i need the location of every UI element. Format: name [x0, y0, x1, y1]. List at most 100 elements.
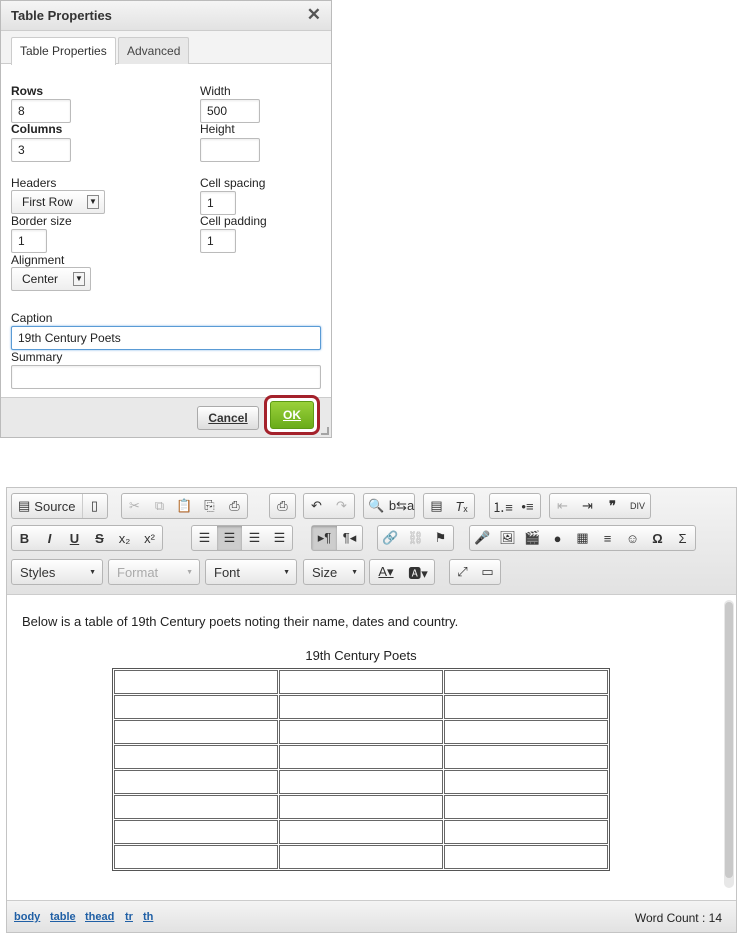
templates-button[interactable]: ▯ [81, 494, 107, 518]
caption-input[interactable]: 19th Century Poets [11, 326, 321, 350]
replace-button[interactable]: b⇆a [389, 494, 414, 518]
tab-advanced[interactable]: Advanced [118, 37, 190, 64]
cell-spacing-input[interactable]: 1 [200, 191, 236, 215]
find-button[interactable]: 🔍 [364, 494, 389, 518]
indent-button[interactable]: ⇥ [575, 494, 600, 518]
format-dropdown[interactable]: Format ▼ [108, 559, 200, 585]
columns-input[interactable]: 3 [11, 138, 71, 162]
resize-grip-icon[interactable] [321, 427, 329, 435]
cell-padding-input[interactable]: 1 [200, 229, 236, 253]
justify-button[interactable]: ☰ [267, 526, 292, 550]
size-dropdown[interactable]: Size ▼ [303, 559, 365, 585]
unlink-button[interactable]: ⛓ [403, 526, 428, 550]
styles-dropdown[interactable]: Styles ▼ [11, 559, 103, 585]
show-blocks-button[interactable]: ▭ [475, 560, 500, 584]
numbered-list-button[interactable]: ⒈≡ [490, 494, 515, 518]
redo-button[interactable]: ↷ [329, 494, 354, 518]
scrollbar-thumb[interactable] [725, 602, 733, 878]
path-th[interactable]: th [143, 911, 153, 923]
table-cell[interactable] [279, 670, 443, 694]
editor-scrollbar[interactable] [724, 600, 734, 888]
border-size-input[interactable]: 1 [11, 229, 47, 253]
table-cell[interactable] [114, 670, 278, 694]
table-cell[interactable] [444, 845, 608, 869]
undo-button[interactable]: ↶ [304, 494, 329, 518]
table-cell[interactable] [114, 720, 278, 744]
path-table[interactable]: table [50, 911, 76, 923]
special-char-button[interactable]: Ω [645, 526, 670, 550]
table-cell[interactable] [444, 770, 608, 794]
table-cell[interactable] [444, 695, 608, 719]
align-center-button[interactable]: ☰ [217, 526, 242, 550]
div-button[interactable]: DIV [625, 494, 650, 518]
select-all-button[interactable]: ▤ [424, 494, 449, 518]
table-cell[interactable] [114, 845, 278, 869]
font-dropdown[interactable]: Font ▼ [205, 559, 297, 585]
path-body[interactable]: body [14, 911, 40, 923]
blockquote-button[interactable]: ❞ [600, 494, 625, 518]
table-cell[interactable] [114, 770, 278, 794]
table-cell[interactable] [114, 745, 278, 769]
table-cell[interactable] [279, 795, 443, 819]
editor-content[interactable]: Below is a table of 19th Century poets n… [7, 596, 725, 898]
height-input[interactable] [200, 138, 260, 162]
rtl-button[interactable]: ¶◂ [337, 526, 362, 550]
poets-table[interactable] [112, 668, 610, 871]
alignment-select[interactable]: Center ▼ [11, 267, 91, 291]
align-left-button[interactable]: ☰ [192, 526, 217, 550]
table-cell[interactable] [444, 745, 608, 769]
text-color-button[interactable]: A▾ [370, 560, 402, 584]
table-cell[interactable] [444, 820, 608, 844]
table-cell[interactable] [114, 795, 278, 819]
subscript-button[interactable]: x₂ [112, 526, 137, 550]
paste-word-button[interactable]: ⎙ [222, 494, 247, 518]
audio-button[interactable]: 🎤 [470, 526, 495, 550]
anchor-button[interactable]: ⚑ [428, 526, 453, 550]
table-cell[interactable] [279, 770, 443, 794]
flash-button[interactable]: ● [545, 526, 570, 550]
bulleted-list-button[interactable]: •≡ [515, 494, 540, 518]
italic-button[interactable]: I [37, 526, 62, 550]
outdent-button[interactable]: ⇤ [550, 494, 575, 518]
horizontal-rule-button[interactable]: ≡ [595, 526, 620, 550]
paste-button[interactable]: 📋 [172, 494, 197, 518]
close-icon[interactable]: ✕ [307, 5, 321, 25]
table-cell[interactable] [279, 745, 443, 769]
dialog-titlebar[interactable]: Table Properties ✕ [1, 1, 331, 31]
summary-input[interactable] [11, 365, 321, 389]
table-cell[interactable] [279, 845, 443, 869]
headers-select[interactable]: First Row ▼ [11, 190, 105, 214]
align-right-button[interactable]: ☰ [242, 526, 267, 550]
width-input[interactable]: 500 [200, 99, 260, 123]
ltr-button[interactable]: ▸¶ [312, 526, 337, 550]
path-thead[interactable]: thead [85, 911, 114, 923]
rows-input[interactable]: 8 [11, 99, 71, 123]
maximize-button[interactable]: ⤢ [450, 560, 475, 584]
table-cell[interactable] [279, 720, 443, 744]
table-cell[interactable] [114, 820, 278, 844]
superscript-button[interactable]: x² [137, 526, 162, 550]
copy-button[interactable]: ⧉ [147, 494, 172, 518]
cancel-button[interactable]: Cancel [197, 406, 259, 430]
bold-button[interactable]: B [12, 526, 37, 550]
table-cell[interactable] [279, 695, 443, 719]
link-button[interactable]: 🔗 [378, 526, 403, 550]
paste-text-button[interactable]: ⎘ [197, 494, 222, 518]
path-tr[interactable]: tr [125, 911, 133, 923]
ok-button[interactable]: OK [270, 401, 314, 429]
print-button[interactable]: ⎙ [270, 494, 295, 518]
table-cell[interactable] [444, 720, 608, 744]
image-button[interactable]: 🖼 [495, 526, 520, 550]
smiley-button[interactable]: ☺ [620, 526, 645, 550]
tab-table-properties[interactable]: Table Properties [11, 37, 116, 65]
table-button[interactable]: ▦ [570, 526, 595, 550]
table-cell[interactable] [279, 820, 443, 844]
bg-color-button[interactable]: 🅰▾ [402, 560, 434, 584]
cut-button[interactable]: ✂ [122, 494, 147, 518]
table-cell[interactable] [444, 670, 608, 694]
table-cell[interactable] [114, 695, 278, 719]
source-button[interactable]: ▤ Source [12, 494, 82, 518]
math-button[interactable]: Σ [670, 526, 695, 550]
strike-button[interactable]: S [87, 526, 112, 550]
underline-button[interactable]: U [62, 526, 87, 550]
